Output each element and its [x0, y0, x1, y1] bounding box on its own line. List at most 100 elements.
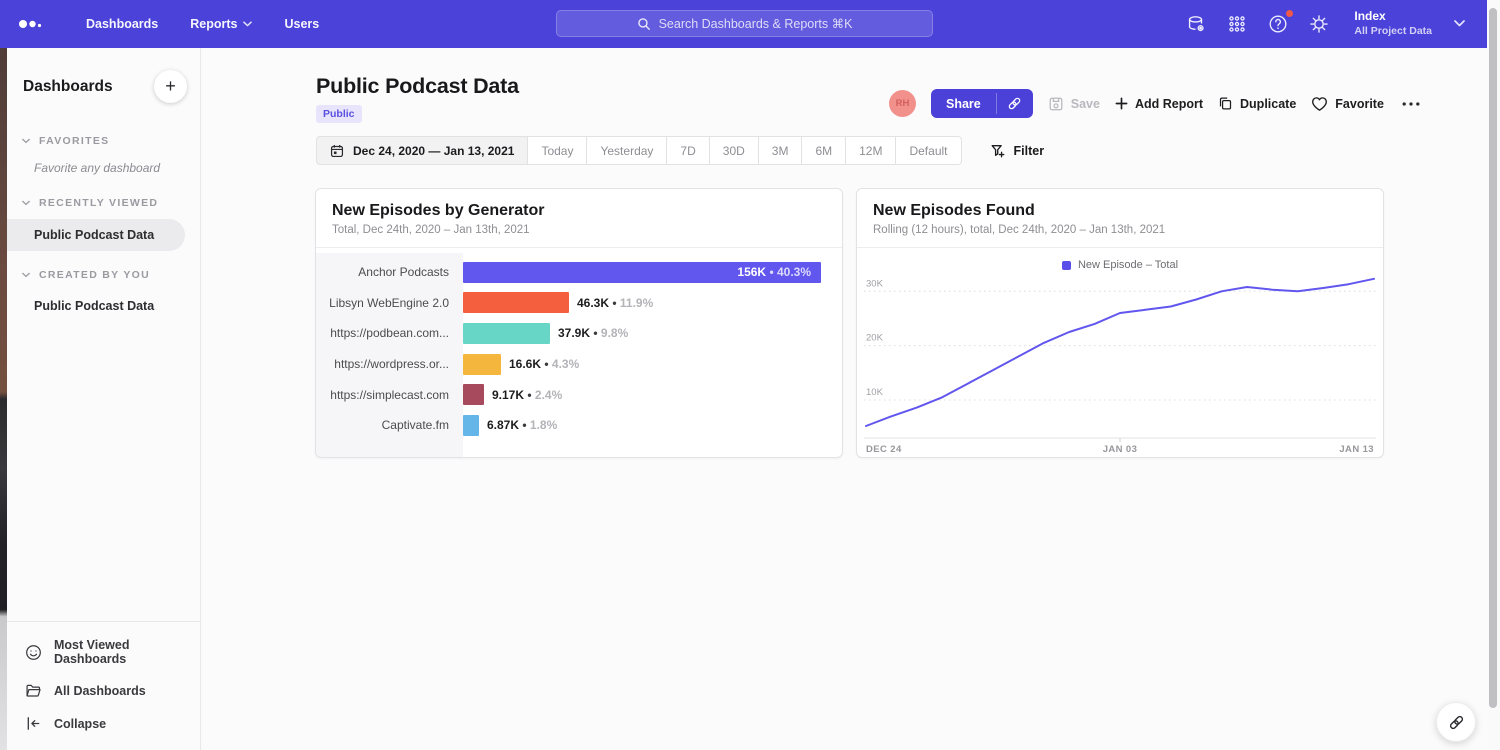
- data-source-icon[interactable]: [1184, 12, 1208, 36]
- bar-row-https-wordpress-or: https://wordpress.or... 16.6K • 4.3%: [316, 349, 842, 380]
- date-range-button[interactable]: Dec 24, 2020 — Jan 13, 2021: [316, 136, 528, 165]
- nav-item-dashboards[interactable]: Dashboards: [70, 0, 174, 48]
- filter-button[interactable]: Filter: [990, 143, 1045, 159]
- sidebar-footer-all-dashboards[interactable]: All Dashboards: [7, 674, 200, 707]
- search-input[interactable]: Search Dashboards & Reports ⌘K: [556, 10, 933, 37]
- page-scrollbar: [1487, 0, 1500, 750]
- bar-segment[interactable]: [463, 354, 501, 375]
- sidebar-item-public-podcast-data[interactable]: Public Podcast Data: [7, 219, 185, 251]
- sidebar-item-public-podcast-data[interactable]: Public Podcast Data: [7, 291, 200, 321]
- preset-6m[interactable]: 6M: [802, 136, 846, 165]
- more-options-button[interactable]: [1399, 98, 1423, 110]
- line-chart-plot[interactable]: 10K20K30KDEC 24JAN 03JAN 13: [864, 275, 1376, 460]
- background-window-edge: [0, 48, 7, 750]
- bar-chart-subtitle: Total, Dec 24th, 2020 – Jan 13th, 2021: [332, 224, 826, 236]
- date-presets: TodayYesterday7D30D3M6M12MDefault: [528, 136, 961, 165]
- preset-30d[interactable]: 30D: [710, 136, 759, 165]
- preset-7d[interactable]: 7D: [667, 136, 709, 165]
- bar-row-anchor-podcasts: Anchor Podcasts156K • 40.3%: [316, 257, 842, 288]
- help-icon[interactable]: [1266, 12, 1290, 36]
- bar-chart-rows: Anchor Podcasts156K • 40.3%Libsyn WebEng…: [316, 257, 842, 441]
- bar-value-label: 9.17K • 2.4%: [492, 388, 562, 402]
- sidebar-section-recently-viewed[interactable]: RECENTLY VIEWED: [7, 187, 200, 217]
- svg-text:JAN 13: JAN 13: [1339, 444, 1374, 455]
- bar-value-label: 156K • 40.3%: [737, 265, 821, 279]
- add-report-button[interactable]: Add Report: [1115, 97, 1203, 111]
- settings-gear-icon[interactable]: [1307, 12, 1331, 36]
- bar-segment[interactable]: [463, 323, 550, 344]
- more-dots-icon: [1401, 100, 1421, 108]
- chevron-down-icon: [1454, 20, 1465, 27]
- save-button[interactable]: Save: [1048, 96, 1100, 112]
- sidebar-section-favorites[interactable]: FAVORITES: [7, 125, 200, 155]
- bar-segment[interactable]: 156K • 40.3%: [463, 262, 821, 283]
- notification-badge: [1285, 9, 1294, 18]
- link-icon: [1007, 96, 1022, 111]
- line-chart-title: New Episodes Found: [873, 202, 1367, 220]
- date-range-label: Dec 24, 2020 — Jan 13, 2021: [353, 144, 514, 158]
- floating-link-button[interactable]: [1436, 702, 1476, 742]
- project-switcher[interactable]: Index All Project Data: [1354, 9, 1465, 38]
- avatar[interactable]: RH: [889, 90, 916, 117]
- apps-grid-icon[interactable]: [1225, 12, 1249, 36]
- sidebar-footer-most-viewed-dashboards[interactable]: Most Viewed Dashboards: [7, 630, 200, 674]
- favorite-button[interactable]: Favorite: [1311, 96, 1384, 112]
- calendar-icon: [330, 144, 344, 158]
- filter-funnel-icon: [990, 143, 1006, 159]
- chevron-down-icon: [22, 200, 30, 206]
- header-actions: RH Share Save Add Report Duplicate Favor…: [889, 89, 1423, 118]
- svg-text:20K: 20K: [866, 333, 884, 344]
- bar-row-captivate-fm: Captivate.fm 6.87K • 1.8%: [316, 410, 842, 441]
- bar-value-label: 46.3K • 11.9%: [577, 296, 653, 310]
- line-chart-card: New Episodes Found Rolling (12 hours), t…: [856, 188, 1384, 458]
- project-name: Index: [1354, 9, 1432, 25]
- duplicate-button[interactable]: Duplicate: [1218, 96, 1296, 111]
- svg-text:DEC 24: DEC 24: [866, 444, 902, 455]
- bar-category-label: https://podbean.com...: [316, 326, 463, 340]
- date-toolbar: Dec 24, 2020 — Jan 13, 2021 TodayYesterd…: [316, 136, 1044, 165]
- sidebar-title: Dashboards: [23, 78, 113, 96]
- nav-item-users[interactable]: Users: [268, 0, 335, 48]
- duplicate-icon: [1218, 96, 1233, 111]
- project-subtitle: All Project Data: [1354, 25, 1432, 39]
- nav-item-reports[interactable]: Reports: [174, 0, 268, 48]
- legend-item[interactable]: New Episode – Total: [857, 259, 1383, 271]
- preset-yesterday[interactable]: Yesterday: [587, 136, 667, 165]
- bar-category-label: https://simplecast.com: [316, 388, 463, 402]
- sidebar-empty-state: Favorite any dashboard: [7, 155, 200, 187]
- page-title: Public Podcast Data: [316, 74, 519, 99]
- nav-menu: DashboardsReportsUsers: [70, 0, 335, 48]
- bar-category-label: Libsyn WebEngine 2.0: [316, 296, 463, 310]
- add-dashboard-button[interactable]: +: [154, 70, 187, 103]
- share-button[interactable]: Share: [931, 89, 996, 118]
- bar-category-label: https://wordpress.or...: [316, 357, 463, 371]
- bar-segment[interactable]: [463, 415, 479, 436]
- bar-value-label: 16.6K • 4.3%: [509, 357, 579, 371]
- sidebar-section-created-by-you[interactable]: CREATED BY YOU: [7, 259, 200, 289]
- bar-category-label: Captivate.fm: [316, 418, 463, 432]
- bar-value-label: 6.87K • 1.8%: [487, 418, 557, 432]
- sidebar-footer: Most Viewed DashboardsAll DashboardsColl…: [7, 621, 200, 750]
- legend-swatch: [1062, 261, 1071, 270]
- preset-3m[interactable]: 3M: [759, 136, 803, 165]
- app-logo-icon[interactable]: [18, 16, 44, 32]
- sidebar-sections: FAVORITESFavorite any dashboardRECENTLY …: [7, 125, 200, 321]
- preset-default[interactable]: Default: [896, 136, 961, 165]
- copy-link-button[interactable]: [997, 89, 1033, 118]
- preset-12m[interactable]: 12M: [846, 136, 896, 165]
- search-placeholder: Search Dashboards & Reports ⌘K: [659, 16, 853, 31]
- bar-segment[interactable]: [463, 384, 484, 405]
- save-icon: [1048, 96, 1064, 112]
- svg-text:JAN 03: JAN 03: [1103, 444, 1138, 455]
- bar-row-libsyn-webengine-2-0: Libsyn WebEngine 2.0 46.3K • 11.9%: [316, 288, 842, 319]
- bar-segment[interactable]: [463, 292, 569, 313]
- bar-value-label: 37.9K • 9.8%: [558, 326, 628, 340]
- chevron-down-icon: [243, 21, 252, 27]
- chevron-down-icon: [22, 138, 30, 144]
- bar-row-https-simplecast-com: https://simplecast.com 9.17K • 2.4%: [316, 379, 842, 410]
- scrollbar-thumb[interactable]: [1489, 8, 1497, 708]
- svg-text:30K: 30K: [866, 278, 884, 289]
- share-button-group: Share: [931, 89, 1033, 118]
- sidebar-footer-collapse[interactable]: Collapse: [7, 707, 200, 740]
- preset-today[interactable]: Today: [528, 136, 587, 165]
